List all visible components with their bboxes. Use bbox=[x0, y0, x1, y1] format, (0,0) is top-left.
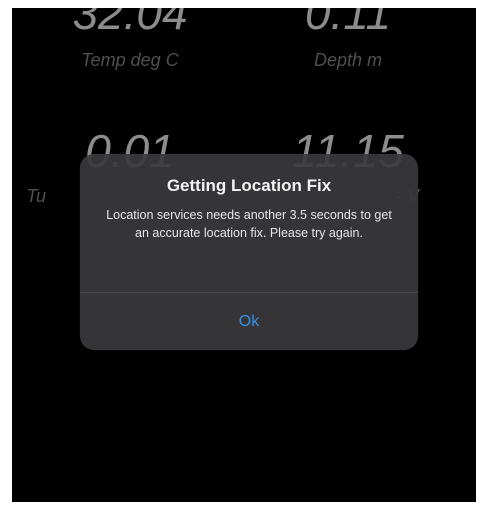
alert-message: Location services needs another 3.5 seco… bbox=[106, 208, 392, 240]
app-screen: 32.04 0.11 Temp deg C Depth m 0.01 11.15… bbox=[12, 8, 476, 502]
alert-title: Getting Location Fix bbox=[166, 176, 332, 195]
location-alert-dialog: Getting Location Fix Location services n… bbox=[80, 154, 418, 350]
ok-button[interactable]: Ok bbox=[80, 293, 418, 350]
